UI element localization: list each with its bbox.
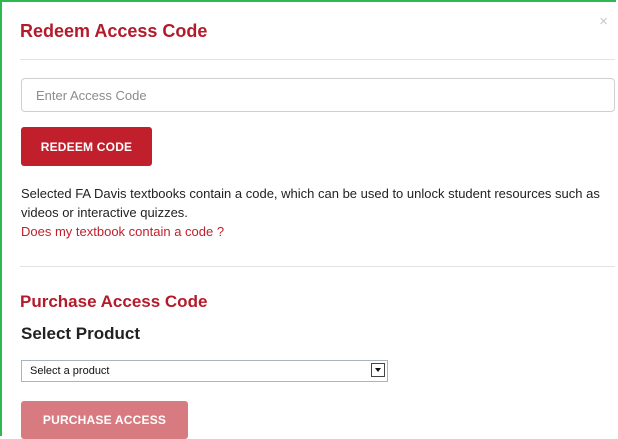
redeem-description: Selected FA Davis textbooks contain a co… (21, 186, 600, 220)
product-select[interactable]: Select a product (21, 360, 388, 382)
product-select-value: Select a product (30, 365, 110, 377)
select-product-label: Select Product (21, 324, 141, 343)
section-divider (20, 266, 615, 267)
header-divider (20, 59, 615, 60)
purchase-section-title: Purchase Access Code (20, 292, 208, 311)
purchase-access-button[interactable]: PURCHASE ACCESS (21, 401, 188, 439)
redeem-code-button[interactable]: REDEEM CODE (21, 127, 152, 166)
chevron-down-icon[interactable] (371, 363, 385, 377)
textbook-code-help-link[interactable]: Does my textbook contain a code ? (21, 224, 224, 239)
dialog-title: Redeem Access Code (20, 21, 208, 41)
access-code-dialog: × Redeem Access Code REDEEM CODE Selecte… (0, 0, 616, 439)
close-icon[interactable]: × (599, 14, 608, 29)
access-code-input[interactable] (21, 78, 615, 112)
